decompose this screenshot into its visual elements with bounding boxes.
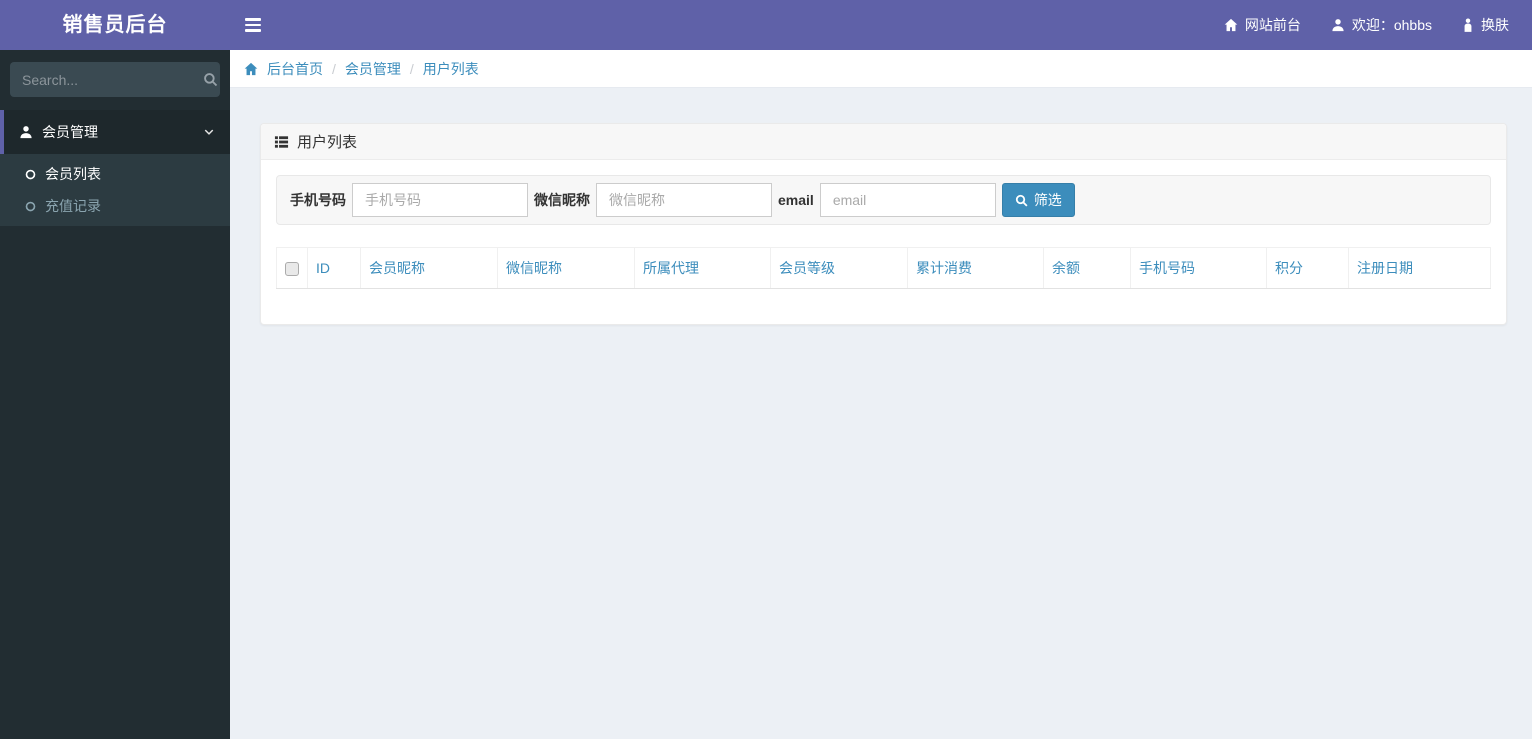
select-all-checkbox[interactable] — [285, 262, 299, 277]
table-header-row: ID 会员昵称 微信昵称 所属代理 会员等级 累计消费 余额 手机号码 积分 注… — [276, 247, 1491, 289]
hamburger-icon — [245, 18, 261, 21]
breadcrumb: 后台首页 / 会员管理 / 用户列表 — [230, 50, 1532, 88]
panel-body: 手机号码 微信昵称 email 筛选 — [261, 160, 1506, 324]
column-header-total-spend[interactable]: 累计消费 — [907, 247, 1044, 289]
panel-header: 用户列表 — [261, 124, 1506, 160]
app-brand: 销售员后台 — [62, 14, 168, 36]
breadcrumb-separator: / — [332, 60, 336, 77]
sidebar-submenu: 会员列表 充值记录 — [0, 154, 230, 226]
sidebar-item-label: 充值记录 — [45, 198, 101, 214]
sidebar-item-label: 会员管理 — [42, 124, 98, 140]
nav-link-label: 网站前台 — [1244, 17, 1301, 33]
nav-link-frontend[interactable]: 网站前台 — [1209, 0, 1316, 50]
skin-icon — [1462, 18, 1474, 32]
filter-group-wechat-nickname: 微信昵称 — [534, 183, 772, 217]
column-header-member-level[interactable]: 会员等级 — [770, 247, 908, 289]
sidebar-search-button[interactable] — [203, 72, 218, 87]
sidebar-search-box — [10, 62, 220, 97]
sidebar-item-recharge-records[interactable]: 充值记录 — [0, 190, 230, 222]
circle-outline-icon — [25, 201, 36, 212]
filter-group-email: email — [778, 183, 996, 217]
column-header-member-nickname[interactable]: 会员昵称 — [360, 247, 498, 289]
sidebar-item-member-list[interactable]: 会员列表 — [0, 158, 230, 190]
panel-title: 用户列表 — [297, 134, 358, 151]
navbar-right-menu: 网站前台 欢迎：ohbbs 换肤 — [1209, 0, 1532, 50]
phone-input[interactable] — [352, 183, 528, 217]
select-all-cell — [276, 247, 308, 289]
column-header-wechat-nickname[interactable]: 微信昵称 — [497, 247, 635, 289]
email-input[interactable] — [819, 183, 996, 217]
breadcrumb-item-user-list[interactable]: 用户列表 — [423, 59, 479, 79]
user-list-panel: 用户列表 手机号码 微信昵称 email — [260, 123, 1507, 325]
nav-link-welcome-user[interactable]: 欢迎：ohbbs — [1316, 0, 1447, 50]
search-icon — [1015, 194, 1028, 207]
sidebar-item-label: 会员列表 — [45, 166, 101, 182]
filter-button-label: 筛选 — [1033, 192, 1062, 208]
user-table-container: ID 会员昵称 微信昵称 所属代理 会员等级 累计消费 余额 手机号码 积分 注… — [276, 247, 1491, 289]
page-content: 用户列表 手机号码 微信昵称 email — [230, 88, 1532, 325]
hamburger-icon — [245, 29, 261, 32]
sidebar-menu: 会员管理 会员列表 充值记录 — [0, 110, 230, 226]
nav-link-label: 换肤 — [1481, 17, 1509, 33]
column-header-points[interactable]: 积分 — [1266, 247, 1349, 289]
user-icon — [19, 125, 33, 139]
user-table: ID 会员昵称 微信昵称 所属代理 会员等级 累计消费 余额 手机号码 积分 注… — [276, 247, 1491, 289]
main-content-area: 后台首页 / 会员管理 / 用户列表 用户列表 手机号码 手机号码 微信昵称 微… — [230, 50, 1532, 739]
sidebar-toggle-button[interactable] — [230, 0, 276, 50]
hamburger-icon — [245, 23, 261, 27]
filter-group-phone: 手机号码 — [290, 183, 528, 217]
sidebar-item-member-management[interactable]: 会员管理 — [0, 110, 230, 154]
breadcrumb-item-home[interactable]: 后台首页 — [267, 59, 323, 79]
phone-label: 手机号码 — [290, 192, 346, 208]
circle-outline-icon — [25, 169, 36, 180]
filter-form: 手机号码 微信昵称 email 筛选 — [276, 175, 1491, 225]
search-icon — [203, 72, 218, 87]
column-header-register-date[interactable]: 注册日期 — [1348, 247, 1491, 289]
nav-link-change-skin[interactable]: 换肤 — [1447, 0, 1524, 50]
wechat-nickname-label: 微信昵称 — [534, 192, 590, 208]
wechat-nickname-input[interactable] — [596, 183, 772, 217]
top-navbar: 销售员后台 网站前台 欢迎：ohbbs 换肤 — [0, 0, 1532, 50]
email-label: email — [778, 192, 814, 208]
home-icon — [244, 62, 258, 76]
breadcrumb-item-member-management[interactable]: 会员管理 — [345, 59, 401, 79]
home-icon — [1224, 18, 1238, 32]
filter-submit-button[interactable]: 筛选 — [1001, 183, 1075, 217]
nav-link-label: 欢迎：ohbbs — [1351, 17, 1432, 33]
column-header-id[interactable]: ID — [307, 247, 361, 289]
user-icon — [1331, 18, 1345, 32]
chevron-down-icon — [203, 126, 215, 138]
column-header-agent[interactable]: 所属代理 — [634, 247, 771, 289]
column-header-phone[interactable]: 手机号码 — [1130, 247, 1267, 289]
column-header-balance[interactable]: 余额 — [1043, 247, 1131, 289]
sidebar: 会员管理 会员列表 充值记录 — [0, 50, 230, 739]
sidebar-search-input[interactable] — [22, 71, 203, 88]
th-list-icon — [274, 135, 289, 149]
breadcrumb-separator: / — [409, 60, 414, 77]
